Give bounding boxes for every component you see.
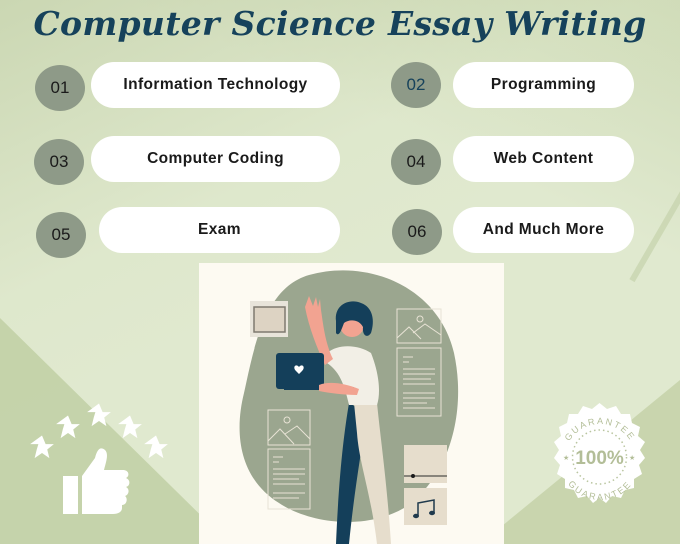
- star-icon: [144, 435, 168, 459]
- star-icon: [30, 435, 54, 459]
- topic-number-02: 02: [391, 62, 441, 108]
- badge-star-right: ★: [629, 454, 635, 462]
- page-title: Computer Science Essay Writing: [33, 4, 647, 43]
- thumbs-up-icon: [63, 448, 130, 514]
- star-icon: [56, 415, 80, 439]
- badge-star-left: ★: [563, 454, 569, 462]
- topic-pill-web-content[interactable]: Web Content: [453, 136, 634, 182]
- topic-pill-exam[interactable]: Exam: [99, 207, 340, 253]
- rating-stars-thumbs-up: [25, 398, 175, 522]
- topic-number-01: 01: [35, 65, 85, 111]
- illustration-panel: [199, 263, 504, 544]
- topic-number-06: 06: [392, 209, 442, 255]
- topic-number-05: 05: [36, 212, 86, 258]
- star-icon: [87, 403, 111, 427]
- topic-pill-and-much-more[interactable]: And Much More: [453, 207, 634, 253]
- music-note-card-icon: [404, 488, 447, 525]
- topic-pill-information-technology[interactable]: Information Technology: [91, 62, 340, 108]
- topic-number-04: 04: [391, 139, 441, 185]
- media-slider-card-icon: [404, 445, 447, 483]
- topic-pill-computer-coding[interactable]: Computer Coding: [91, 136, 340, 182]
- person-with-laptop-illustration: [239, 270, 459, 544]
- topic-pill-programming[interactable]: Programming: [453, 62, 634, 108]
- guarantee-badge: 100% GUARANTEE GUARANTEE ★ ★: [542, 400, 657, 519]
- topic-number-03: 03: [34, 139, 84, 185]
- badge-center-text: 100%: [575, 448, 624, 469]
- star-icon: [118, 415, 142, 439]
